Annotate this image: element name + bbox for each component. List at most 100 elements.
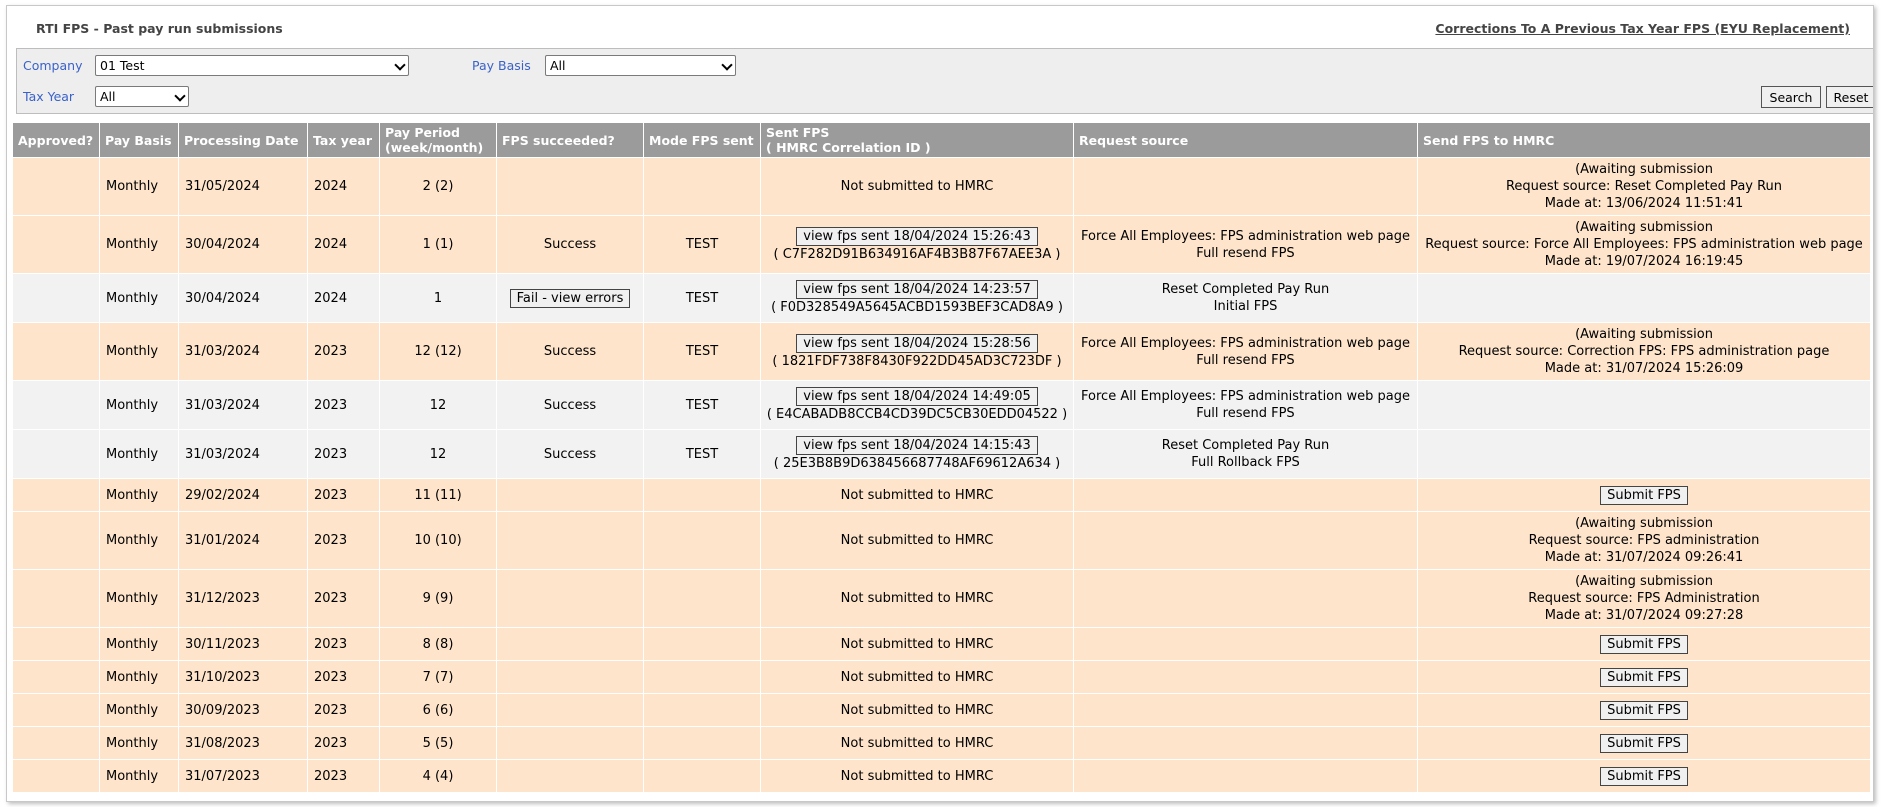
tax-year-select[interactable]: All — [95, 86, 189, 107]
search-button[interactable]: Search — [1761, 86, 1821, 108]
cell-fps-succeeded: Success — [496, 215, 644, 274]
cell-sent-fps: Not submitted to HMRC — [760, 511, 1074, 570]
table-row: Monthly 30/09/2023 2023 6 (6) Not submitted … — [12, 693, 1871, 727]
cell-pay-basis: Monthly — [99, 273, 179, 323]
cell-pay-basis: Monthly — [99, 759, 179, 793]
send-status-line: Request source: FPS Administration — [1528, 591, 1760, 606]
cell-pay-period: 12 — [379, 429, 497, 479]
col-sent-fps-line2: ( HMRC Correlation ID ) — [766, 140, 931, 155]
cell-pay-basis: Monthly — [99, 660, 179, 694]
cell-processing-date: 31/07/2023 — [178, 759, 308, 793]
cell-approved — [12, 759, 100, 793]
cell-tax-year: 2023 — [307, 429, 380, 479]
table-row: Monthly 31/03/2024 2023 12 Success TEST view f… — [12, 380, 1871, 430]
cell-send-fps: Submit FPS — [1417, 660, 1871, 694]
submit-fps-button[interactable]: Submit FPS — [1600, 667, 1688, 687]
send-status-line: (Awaiting submission — [1575, 327, 1713, 342]
chevron-down-icon — [721, 59, 733, 71]
submit-fps-button[interactable]: Submit FPS — [1600, 766, 1688, 786]
cell-sent-fps: view fps sent 18/04/2024 15:26:43( C7F28… — [760, 215, 1074, 274]
cell-send-fps: Submit FPS — [1417, 627, 1871, 661]
cell-sent-fps: Not submitted to HMRC — [760, 660, 1074, 694]
cell-pay-basis: Monthly — [99, 478, 179, 512]
cell-pay-basis: Monthly — [99, 380, 179, 430]
view-fps-sent-button[interactable]: view fps sent 18/04/2024 14:15:43 — [796, 436, 1038, 455]
cell-sent-fps: Not submitted to HMRC — [760, 478, 1074, 512]
cell-sent-fps: view fps sent 18/04/2024 14:15:43( 25E3B… — [760, 429, 1074, 479]
cell-mode — [643, 759, 761, 793]
view-fps-sent-button[interactable]: view fps sent 18/04/2024 15:28:56 — [796, 333, 1038, 353]
table-row: Monthly 30/04/2024 2024 1 Fail - view errors… — [12, 273, 1871, 323]
cell-sent-fps: view fps sent 18/04/2024 14:49:05( E4CAB… — [760, 380, 1074, 430]
cell-send-fps: Submit FPS — [1417, 726, 1871, 760]
table-header-row: Approved? Pay Basis Processing Date Tax … — [12, 122, 1871, 158]
table-row: Monthly 30/04/2024 2024 1 (1) Success TEST vie… — [12, 215, 1871, 274]
cell-processing-date: 31/03/2024 — [178, 380, 308, 430]
cell-approved — [12, 215, 100, 274]
cell-mode: TEST — [643, 322, 761, 381]
cell-processing-date: 30/04/2024 — [178, 215, 308, 274]
view-fps-sent-button[interactable]: view fps sent 18/04/2024 14:49:05 — [796, 387, 1038, 406]
col-pay-period-line2: (week/month) — [385, 140, 484, 155]
cell-fps-succeeded: Success — [496, 322, 644, 381]
cell-request-source: Force All Employees: FPS administration … — [1073, 215, 1418, 274]
cell-fps-succeeded: Fail - view errors — [496, 273, 644, 323]
cell-pay-basis: Monthly — [99, 215, 179, 274]
fail-view-errors-button[interactable]: Fail - view errors — [509, 288, 631, 308]
submit-fps-button[interactable]: Submit FPS — [1600, 485, 1688, 505]
cell-mode: TEST — [643, 215, 761, 274]
cell-approved — [12, 693, 100, 727]
send-status-line: (Awaiting submission — [1575, 574, 1713, 589]
table-row: Monthly 31/03/2024 2023 12 Success TEST view f… — [12, 429, 1871, 479]
cell-pay-basis: Monthly — [99, 693, 179, 727]
reset-button[interactable]: Reset — [1826, 86, 1873, 108]
cell-send-fps: (Awaiting submission Request source: Rese… — [1417, 157, 1871, 216]
col-sent-fps-line1: Sent FPS — [766, 125, 830, 140]
col-pay-basis: Pay Basis — [99, 122, 179, 158]
request-source-line: Full resend FPS — [1196, 406, 1295, 421]
cell-fps-succeeded — [496, 511, 644, 570]
table-row: Monthly 31/05/2024 2024 2 (2) Not submitted … — [12, 157, 1871, 216]
cell-sent-fps: Not submitted to HMRC — [760, 726, 1074, 760]
cell-fps-succeeded — [496, 157, 644, 216]
col-processing-date: Processing Date — [178, 122, 308, 158]
company-select-value: 01 Test — [100, 58, 145, 73]
cell-mode — [643, 627, 761, 661]
submit-fps-button[interactable]: Submit FPS — [1600, 733, 1688, 753]
cell-pay-period: 1 (1) — [379, 215, 497, 274]
send-status-line: Request source: FPS administration — [1528, 533, 1760, 548]
company-select[interactable]: 01 Test — [95, 55, 409, 76]
tax-year-label: Tax Year — [23, 89, 75, 104]
cell-send-fps: Submit FPS — [1417, 759, 1871, 793]
cell-sent-fps: Not submitted to HMRC — [760, 627, 1074, 661]
cell-fps-succeeded — [496, 478, 644, 512]
cell-request-source — [1073, 759, 1418, 793]
col-send-fps: Send FPS to HMRC — [1417, 122, 1871, 158]
cell-sent-fps: view fps sent 18/04/2024 15:28:56( 1821F… — [760, 322, 1074, 381]
submit-fps-button[interactable]: Submit FPS — [1600, 634, 1688, 654]
view-fps-sent-button[interactable]: view fps sent 18/04/2024 15:26:43 — [796, 226, 1038, 246]
submit-fps-button[interactable]: Submit FPS — [1600, 700, 1688, 720]
col-pay-period: Pay Period (week/month) — [379, 122, 497, 158]
view-fps-sent-button[interactable]: view fps sent 18/04/2024 14:23:57 — [796, 280, 1038, 299]
table-row: Monthly 31/12/2023 2023 9 (9) Not submitted … — [12, 569, 1871, 628]
cell-mode — [643, 726, 761, 760]
cell-processing-date: 30/04/2024 — [178, 273, 308, 323]
pay-basis-select[interactable]: All — [545, 55, 736, 76]
chevron-down-icon — [394, 59, 406, 71]
cell-request-source: Reset Completed Pay Run Initial FPS — [1073, 273, 1418, 323]
cell-pay-period: 8 (8) — [379, 627, 497, 661]
cell-sent-fps: Not submitted to HMRC — [760, 569, 1074, 628]
cell-tax-year: 2024 — [307, 157, 380, 216]
cell-send-fps: Submit FPS — [1417, 478, 1871, 512]
cell-pay-period: 1 — [379, 273, 497, 323]
cell-fps-succeeded: Success — [496, 380, 644, 430]
send-status-line: Made at: 31/07/2024 15:26:09 — [1544, 361, 1744, 376]
cell-mode — [643, 478, 761, 512]
corrections-previous-year-link[interactable]: Corrections To A Previous Tax Year FPS (… — [1435, 21, 1850, 36]
cell-pay-period: 11 (11) — [379, 478, 497, 512]
cell-send-fps: Submit FPS — [1417, 693, 1871, 727]
cell-pay-period: 2 (2) — [379, 157, 497, 216]
cell-pay-basis: Monthly — [99, 569, 179, 628]
send-status-line: Request source: Reset Completed Pay Run — [1505, 179, 1783, 194]
